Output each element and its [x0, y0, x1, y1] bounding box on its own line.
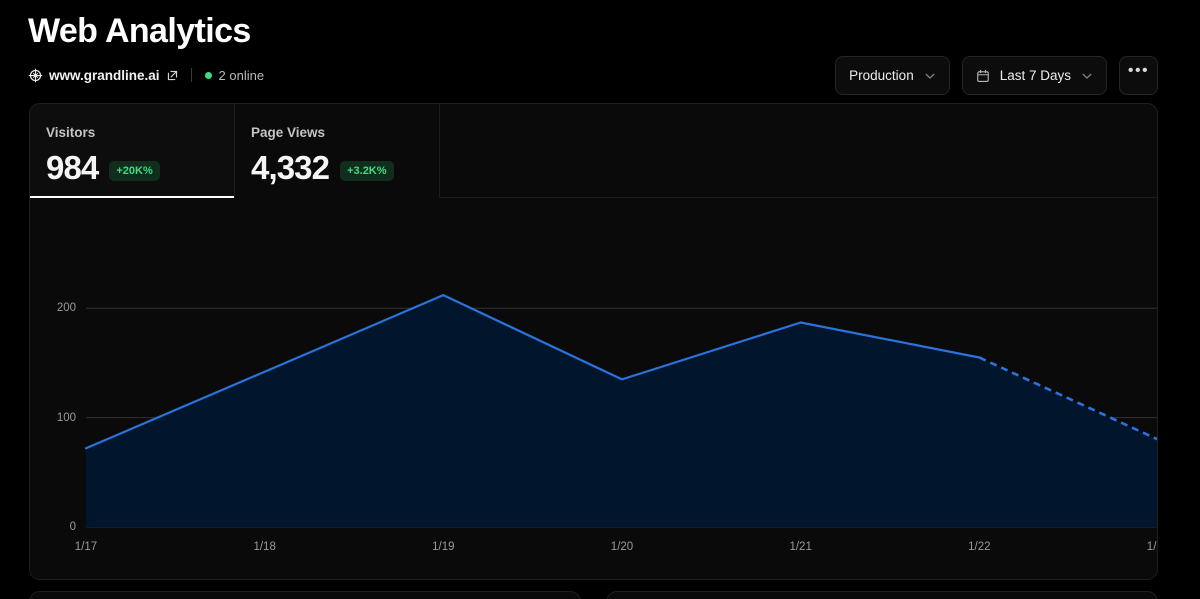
x-axis-tick-label: 1/22 — [968, 541, 991, 553]
compass-icon — [28, 68, 43, 82]
page-header: Web Analytics www.grandline.ai 2 online — [0, 0, 1200, 104]
environment-selector[interactable]: Production — [835, 56, 950, 95]
metric-tab-page-views[interactable]: Page Views 4,332 +3.2K% — [235, 104, 440, 198]
environment-label: Production — [849, 68, 914, 83]
more-options-button[interactable]: ••• — [1119, 56, 1158, 95]
chart-plot-area: 0 100 200 1/17 1/18 1/19 1/20 1/21 1/22 1/23 — [30, 198, 1157, 579]
metric-tab-bar: Visitors 984 +20K% Page Views 4,332 +3.2… — [30, 104, 1157, 198]
metric-value-row: 984 +20K% — [46, 149, 234, 187]
analytics-dashboard: Web Analytics www.grandline.ai 2 online — [0, 0, 1200, 599]
header-subtitle: www.grandline.ai 2 online — [28, 65, 264, 85]
chevron-down-icon — [925, 73, 935, 79]
analytics-chart-card: Visitors 984 +20K% Page Views 4,332 +3.2… — [29, 103, 1158, 580]
metric-tab-visitors[interactable]: Visitors 984 +20K% — [30, 104, 235, 198]
online-indicator-dot — [204, 71, 212, 79]
site-url-text: www.grandline.ai — [49, 67, 160, 83]
x-axis-tick-label: 1/21 — [789, 541, 812, 553]
header-controls: Production Last 7 Days ••• — [835, 56, 1158, 95]
online-count-label: 2 online — [218, 67, 265, 83]
bottom-right-card — [606, 591, 1158, 599]
x-axis-tick-label: 1/20 — [610, 541, 634, 553]
metric-label: Visitors — [46, 125, 96, 140]
metric-label: Page Views — [251, 125, 326, 140]
metric-delta-badge: +20K% — [109, 161, 160, 181]
bottom-left-card — [29, 591, 581, 599]
site-url-link[interactable]: www.grandline.ai — [28, 68, 178, 83]
visitors-area-chart — [84, 294, 1157, 528]
metric-value: 984 — [46, 149, 99, 186]
ellipsis-icon: ••• — [1127, 61, 1150, 79]
metric-value: 4,332 — [251, 149, 330, 186]
page-title: Web Analytics — [28, 12, 251, 50]
x-axis-tick-label: 1/19 — [432, 541, 455, 553]
x-axis-tick-label: 1/18 — [253, 541, 276, 553]
y-axis-tick-label: 100 — [56, 411, 76, 424]
external-link-icon — [167, 70, 177, 80]
date-range-label: Last 7 Days — [999, 68, 1071, 83]
metric-value-row: 4,332 +3.2K% — [251, 149, 439, 187]
x-axis-tick-label: 1/17 — [74, 541, 98, 553]
y-axis-tick-label: 0 — [69, 521, 76, 533]
meta-divider — [190, 68, 192, 82]
date-range-selector[interactable]: Last 7 Days — [961, 56, 1107, 95]
calendar-icon — [976, 69, 989, 82]
y-axis-tick-label: 200 — [56, 302, 76, 315]
x-axis-tick-label: 1/23 — [1146, 541, 1157, 553]
metric-tab-spacer — [440, 104, 1157, 198]
chevron-down-icon — [1082, 73, 1092, 79]
metric-delta-badge: +3.2K% — [340, 161, 394, 181]
online-status: 2 online — [204, 67, 265, 83]
